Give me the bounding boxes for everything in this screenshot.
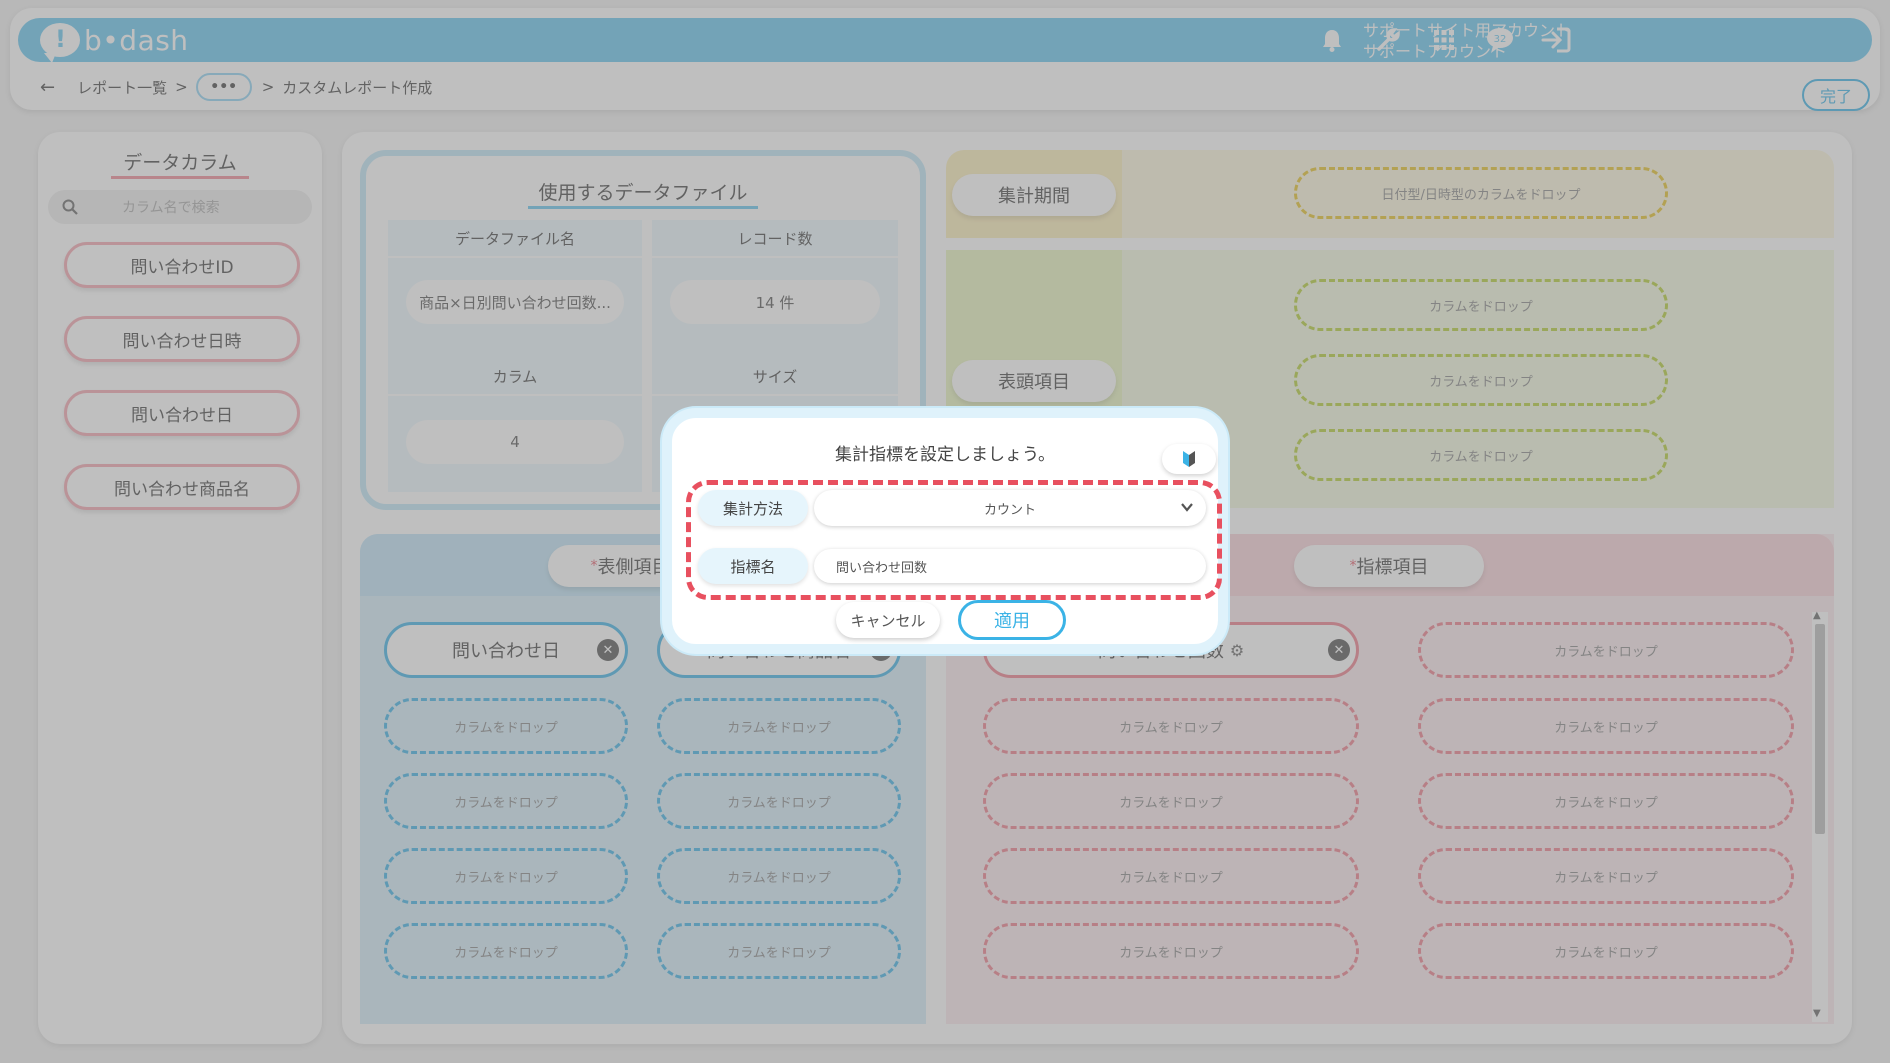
metric-name-label: 指標名 [698, 548, 808, 584]
beginner-guide-button[interactable] [1162, 444, 1216, 474]
apply-button[interactable]: 適用 [958, 600, 1066, 640]
cancel-button[interactable]: キャンセル [836, 602, 940, 638]
metric-settings-dialog: 集計指標を設定しましょう。 集計方法 カウント 指標名 問い合わせ回数 キャンセ… [662, 408, 1228, 654]
metric-name-input[interactable]: 問い合わせ回数 [814, 549, 1206, 583]
dialog-title: 集計指標を設定しましょう。 [835, 445, 1055, 465]
method-label: 集計方法 [698, 490, 808, 526]
method-select-value: カウント [983, 502, 1036, 518]
method-select[interactable]: カウント [814, 490, 1206, 526]
beginner-mark-icon [1183, 451, 1195, 467]
chevron-down-icon [1181, 503, 1193, 512]
